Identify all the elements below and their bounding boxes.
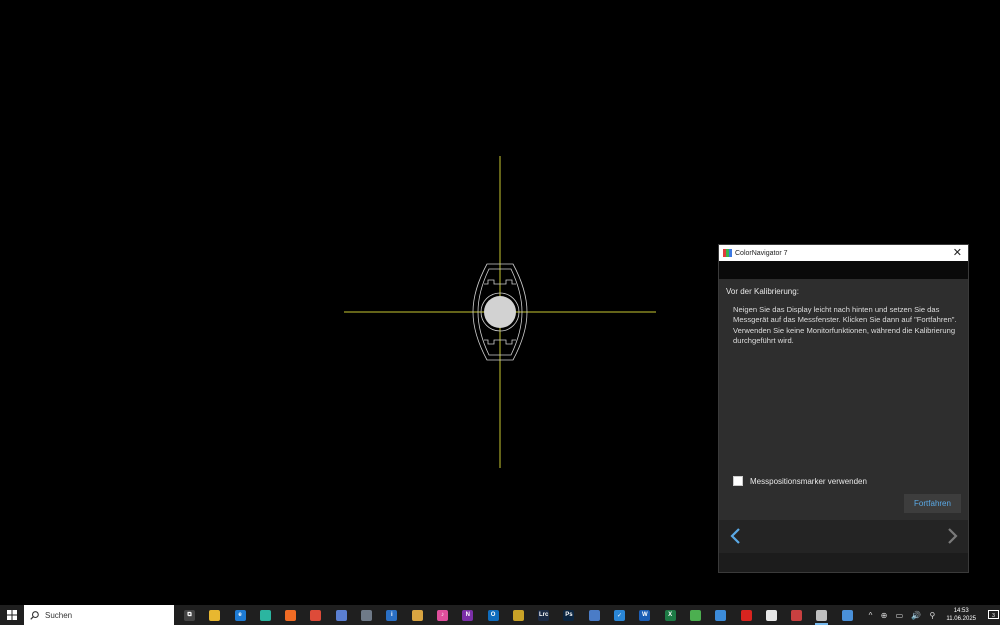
spreadsheet-app-icon[interactable]: [686, 605, 705, 625]
chrome-canary-icon-glyph: [512, 609, 524, 621]
check-app-icon-glyph: ✓: [614, 609, 626, 621]
marker-checkbox-label[interactable]: Messpositionsmarker verwenden: [750, 477, 867, 486]
network-app-icon[interactable]: [332, 605, 351, 625]
pinned-apps: ⧉ e i ♪ N O Lrc Ps ✓ W X: [180, 605, 863, 625]
paint-app-icon[interactable]: [787, 605, 806, 625]
firefox-icon[interactable]: [281, 605, 300, 625]
windows-start-icon[interactable]: [0, 605, 24, 625]
mail-app-icon-glyph: [715, 609, 727, 621]
spreadsheet-app-icon-glyph: [689, 609, 701, 621]
colornavigator-icon-glyph: [816, 609, 828, 621]
tray-icons[interactable]: ^ ⊕ ▭ 🔊 ⚲: [869, 611, 939, 620]
chevron-right-icon[interactable]: [945, 526, 961, 546]
monitor-app-icon[interactable]: [838, 605, 857, 625]
section-heading: Vor der Kalibrierung:: [726, 287, 799, 296]
lightroom-icon[interactable]: Lrc: [534, 605, 553, 625]
acrobat-icon-glyph: [740, 609, 752, 621]
dialog-navigation-bar: [719, 520, 968, 553]
close-icon[interactable]: ✕: [951, 245, 964, 261]
measurement-spot: [484, 296, 516, 328]
search-placeholder: Suchen: [45, 610, 73, 620]
clock-date: 11.06.2025: [946, 616, 976, 622]
edge-icon[interactable]: [256, 605, 275, 625]
chevron-left-icon[interactable]: [727, 526, 743, 546]
marker-checkbox[interactable]: [733, 476, 743, 486]
dialog-titlebar: ColorNavigator 7 ✕: [719, 245, 968, 261]
itunes-icon[interactable]: ♪: [433, 605, 452, 625]
edge-icon-glyph: [259, 609, 271, 621]
taskbar: Suchen ⧉ e i ♪ N O Lrc Ps ✓ W X ^ ⊕ ▭ 🔊 ⚲ 14:53 11…: [0, 605, 1000, 625]
onenote-icon-glyph: N: [462, 609, 474, 621]
edge-legacy-icon-glyph: e: [234, 609, 246, 621]
chrome-icon[interactable]: [306, 605, 325, 625]
excel-icon-glyph: X: [664, 609, 676, 621]
document-app-icon[interactable]: [762, 605, 781, 625]
outlook-icon[interactable]: O: [484, 605, 503, 625]
media-app-icon-glyph: [411, 609, 423, 621]
instruction-text: Neigen Sie das Display leicht nach hinte…: [733, 305, 957, 345]
dialog-title: ColorNavigator 7: [735, 249, 788, 257]
lock-app-icon[interactable]: [357, 605, 376, 625]
file-explorer-icon[interactable]: [205, 605, 224, 625]
task-view-icon[interactable]: ⧉: [180, 605, 199, 625]
notification-count: 3: [992, 613, 995, 619]
system-clock[interactable]: 14:53 11.06.2025: [946, 607, 976, 623]
monitor-app-icon-glyph: [841, 609, 853, 621]
dialog-header-strip: [719, 261, 968, 279]
marker-option[interactable]: Messpositionsmarker verwenden: [733, 476, 867, 486]
search-icon: [30, 610, 39, 620]
continue-button[interactable]: Fortfahren: [904, 494, 961, 513]
excel-icon[interactable]: X: [661, 605, 680, 625]
word-icon[interactable]: W: [635, 605, 654, 625]
calendar-app-icon[interactable]: [585, 605, 604, 625]
check-app-icon[interactable]: ✓: [610, 605, 629, 625]
lock-app-icon-glyph: [361, 609, 373, 621]
colornavigator-dialog: ColorNavigator 7 ✕ Vor der Kalibrierung:…: [718, 244, 969, 573]
chrome-canary-icon[interactable]: [509, 605, 528, 625]
chrome-icon-glyph: [310, 609, 322, 621]
info-app-icon[interactable]: i: [382, 605, 401, 625]
media-app-icon[interactable]: [408, 605, 427, 625]
system-tray: ^ ⊕ ▭ 🔊 ⚲ 14:53 11.06.2025 3: [869, 605, 1000, 625]
colornavigator-icon[interactable]: [812, 605, 831, 625]
outlook-icon-glyph: O: [487, 609, 499, 621]
edge-legacy-icon[interactable]: e: [231, 605, 250, 625]
network-app-icon-glyph: [335, 609, 347, 621]
photoshop-icon[interactable]: Ps: [559, 605, 578, 625]
taskbar-search-box[interactable]: Suchen: [24, 605, 174, 625]
acrobat-icon[interactable]: [737, 605, 756, 625]
info-app-icon-glyph: i: [386, 609, 398, 621]
mail-app-icon[interactable]: [711, 605, 730, 625]
photoshop-icon-glyph: Ps: [563, 609, 575, 621]
file-explorer-icon-glyph: [209, 609, 221, 621]
paint-app-icon-glyph: [791, 609, 803, 621]
clock-time: 14:53: [953, 608, 969, 614]
word-icon-glyph: W: [639, 609, 651, 621]
document-app-icon-glyph: [765, 609, 777, 621]
onenote-icon[interactable]: N: [458, 605, 477, 625]
firefox-icon-glyph: [285, 609, 297, 621]
content-panel: Vor der Kalibrierung: Neigen Sie das Dis…: [719, 279, 968, 520]
notification-center-icon[interactable]: 3: [986, 605, 1000, 625]
task-view-icon-glyph: ⧉: [184, 609, 195, 621]
lightroom-icon-glyph: Lrc: [538, 609, 550, 621]
calendar-app-icon-glyph: [588, 609, 600, 621]
colornavigator-app-icon: [723, 249, 732, 257]
itunes-icon-glyph: ♪: [436, 609, 448, 621]
